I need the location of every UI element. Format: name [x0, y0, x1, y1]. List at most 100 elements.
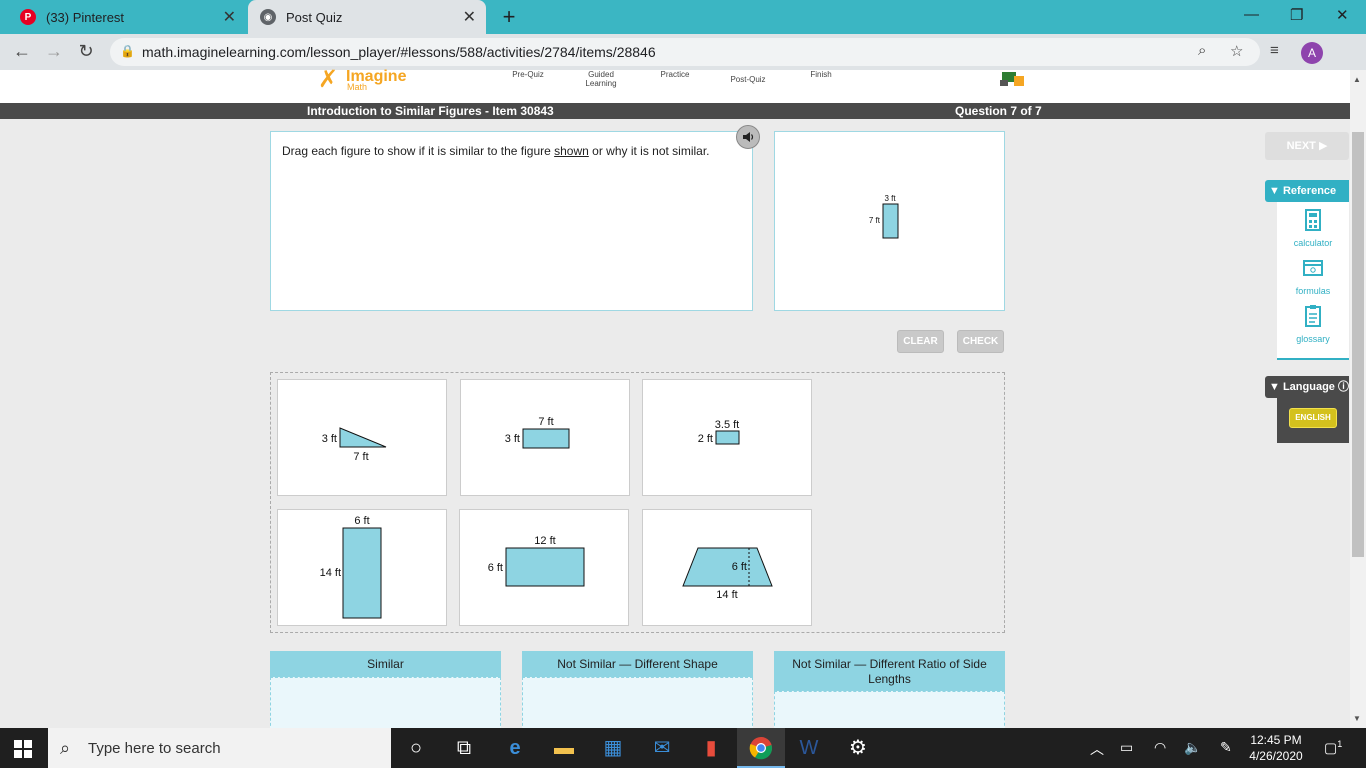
- address-bar[interactable]: 🔒 math.imaginelearning.com/lesson_player…: [110, 38, 1260, 66]
- triangle-shape: [339, 427, 387, 448]
- reference-toggle[interactable]: ▼ Reference: [1265, 180, 1349, 202]
- wifi-icon[interactable]: ◠: [1154, 739, 1166, 756]
- language-panel: ▼ Language ⓘ ENGLISH: [1265, 376, 1349, 443]
- audio-button[interactable]: [736, 125, 760, 149]
- word-icon[interactable]: W: [797, 736, 821, 760]
- office-icon[interactable]: ▮: [699, 736, 723, 760]
- mascot-icon: [1000, 72, 1024, 86]
- edge-icon[interactable]: e: [503, 736, 527, 760]
- step-practice[interactable]: Practice: [652, 70, 698, 79]
- figure-card-rectangle-6x14[interactable]: 6 ft 14 ft: [277, 509, 447, 626]
- task-view-icon[interactable]: ⧉: [452, 736, 476, 760]
- next-button[interactable]: NEXT ▶: [1265, 132, 1349, 160]
- clock-date: 4/26/2020: [1249, 749, 1303, 763]
- settings-gear-icon[interactable]: ⚙: [846, 736, 870, 760]
- bookmark-star-icon[interactable]: ☆: [1230, 42, 1243, 60]
- scroll-down-icon[interactable]: ▼: [1353, 714, 1361, 723]
- clear-button[interactable]: CLEAR: [897, 330, 944, 353]
- file-explorer-icon[interactable]: ▬: [552, 736, 576, 760]
- rectangle-top-label: 12 ft: [534, 535, 555, 547]
- check-button[interactable]: CHECK: [957, 330, 1004, 353]
- minimize-icon[interactable]: —: [1244, 6, 1259, 23]
- close-icon[interactable]: ✕: [463, 7, 476, 27]
- figure-card-rectangle-3.5x2[interactable]: 3.5 ft 2 ft: [642, 379, 812, 496]
- reference-formulas[interactable]: formulas: [1277, 256, 1349, 296]
- media-control-icon[interactable]: ≡: [1270, 42, 1279, 59]
- step-post-quiz[interactable]: Post-Quiz: [724, 75, 772, 84]
- bin-similar[interactable]: Similar: [270, 651, 501, 731]
- reference-calculator[interactable]: calculator: [1277, 208, 1349, 248]
- shown-link[interactable]: shown: [554, 144, 589, 158]
- step-finish[interactable]: Finish: [800, 70, 842, 79]
- speaker-icon: [743, 132, 754, 142]
- reference-panel: ▼ Reference calculator formulas glossary: [1265, 180, 1349, 360]
- lesson-title-bar: Introduction to Similar Figures - Item 3…: [0, 103, 1350, 119]
- taskbar-search[interactable]: ⌕ Type here to search: [48, 728, 391, 768]
- taskbar-clock[interactable]: 12:45 PM 4/26/2020: [1246, 732, 1306, 764]
- bin-drop-zone[interactable]: [270, 677, 501, 731]
- tab-title: (33) Pinterest: [46, 9, 125, 25]
- tab-pinterest[interactable]: P (33) Pinterest ✕: [8, 0, 246, 34]
- target-height-label: 7 ft: [869, 216, 881, 225]
- close-window-icon[interactable]: ✕: [1336, 6, 1349, 24]
- language-toggle[interactable]: ▼ Language ⓘ: [1265, 376, 1349, 398]
- reference-glossary[interactable]: glossary: [1277, 304, 1349, 344]
- rectangle-shape: [715, 430, 740, 445]
- pen-icon[interactable]: ✎: [1220, 739, 1232, 756]
- chrome-icon[interactable]: [749, 736, 773, 760]
- bin-drop-zone[interactable]: [522, 677, 753, 731]
- reference-title: Reference: [1282, 185, 1337, 197]
- cortana-icon[interactable]: ○: [404, 736, 428, 760]
- mail-icon[interactable]: ✉: [650, 736, 674, 760]
- figure-card-trapezoid[interactable]: 6 ft 14 ft: [642, 509, 812, 626]
- rectangle-figure: 6 ft 14 ft: [320, 515, 382, 619]
- globe-icon: ◉: [260, 9, 276, 25]
- rectangle-left-label: 2 ft: [698, 433, 713, 445]
- language-english-button[interactable]: ENGLISH: [1289, 408, 1337, 428]
- tray-chevron-icon[interactable]: ︿: [1090, 739, 1104, 759]
- close-icon[interactable]: ✕: [223, 7, 236, 27]
- back-icon[interactable]: ←: [11, 41, 33, 62]
- rectangle-shape: [342, 527, 382, 619]
- new-tab-icon[interactable]: +: [498, 6, 520, 28]
- profile-avatar[interactable]: A: [1301, 42, 1323, 64]
- forward-icon[interactable]: →: [43, 41, 65, 62]
- step-guided-learning[interactable]: Guided Learning: [580, 70, 622, 88]
- trapezoid-bottom-label: 14 ft: [716, 589, 737, 601]
- clock-time: 12:45 PM: [1250, 733, 1302, 747]
- tab-title: Post Quiz: [286, 9, 343, 25]
- rectangle-figure: 12 ft 6 ft: [488, 535, 585, 587]
- scroll-up-icon[interactable]: ▲: [1353, 75, 1361, 84]
- chrome-logo: [749, 737, 773, 760]
- windows-start-icon[interactable]: [14, 740, 32, 758]
- restore-icon[interactable]: ❐: [1290, 6, 1303, 24]
- volume-icon[interactable]: 🔈: [1184, 739, 1201, 756]
- bin-different-shape[interactable]: Not Similar — Different Shape: [522, 651, 753, 731]
- store-icon[interactable]: ▦: [601, 736, 625, 760]
- lesson-title: Introduction to Similar Figures - Item 3…: [307, 104, 554, 118]
- url-text: math.imaginelearning.com/lesson_player/#…: [142, 44, 656, 60]
- trapezoid-figure: 6 ft 14 ft: [682, 547, 773, 601]
- glossary-icon: [1305, 305, 1321, 327]
- triangle-left-label: 3 ft: [322, 433, 337, 445]
- bin-different-ratio-label: Not Similar — Different Ratio of Side Le…: [774, 651, 1005, 691]
- taskbar-search-placeholder: Type here to search: [88, 740, 221, 757]
- reload-icon[interactable]: ↻: [75, 41, 97, 62]
- prompt-text: Drag each figure to show if it is simila…: [282, 144, 710, 158]
- battery-icon[interactable]: ▭: [1120, 739, 1133, 756]
- scrollbar-thumb[interactable]: [1352, 132, 1364, 557]
- rectangle-left-label: 3 ft: [505, 433, 520, 445]
- zoom-icon[interactable]: ⌕: [1198, 42, 1206, 59]
- bin-drop-zone[interactable]: [774, 691, 1005, 731]
- notification-icon[interactable]: ▢1: [1324, 739, 1342, 757]
- rectangle-figure: 3.5 ft 2 ft: [698, 419, 740, 445]
- figure-card-rectangle-7x3[interactable]: 7 ft 3 ft: [460, 379, 630, 496]
- info-icon[interactable]: ⓘ: [1338, 381, 1349, 393]
- bin-different-ratio[interactable]: Not Similar — Different Ratio of Side Le…: [774, 651, 1005, 731]
- rectangle-top-label: 3.5 ft: [715, 419, 739, 431]
- search-icon: ⌕: [60, 738, 71, 758]
- figure-card-rectangle-12x6[interactable]: 12 ft 6 ft: [459, 509, 629, 626]
- tab-post-quiz[interactable]: ◉ Post Quiz ✕: [248, 0, 486, 34]
- step-pre-quiz[interactable]: Pre-Quiz: [505, 70, 551, 79]
- figure-card-triangle[interactable]: 3 ft 7 ft: [277, 379, 447, 496]
